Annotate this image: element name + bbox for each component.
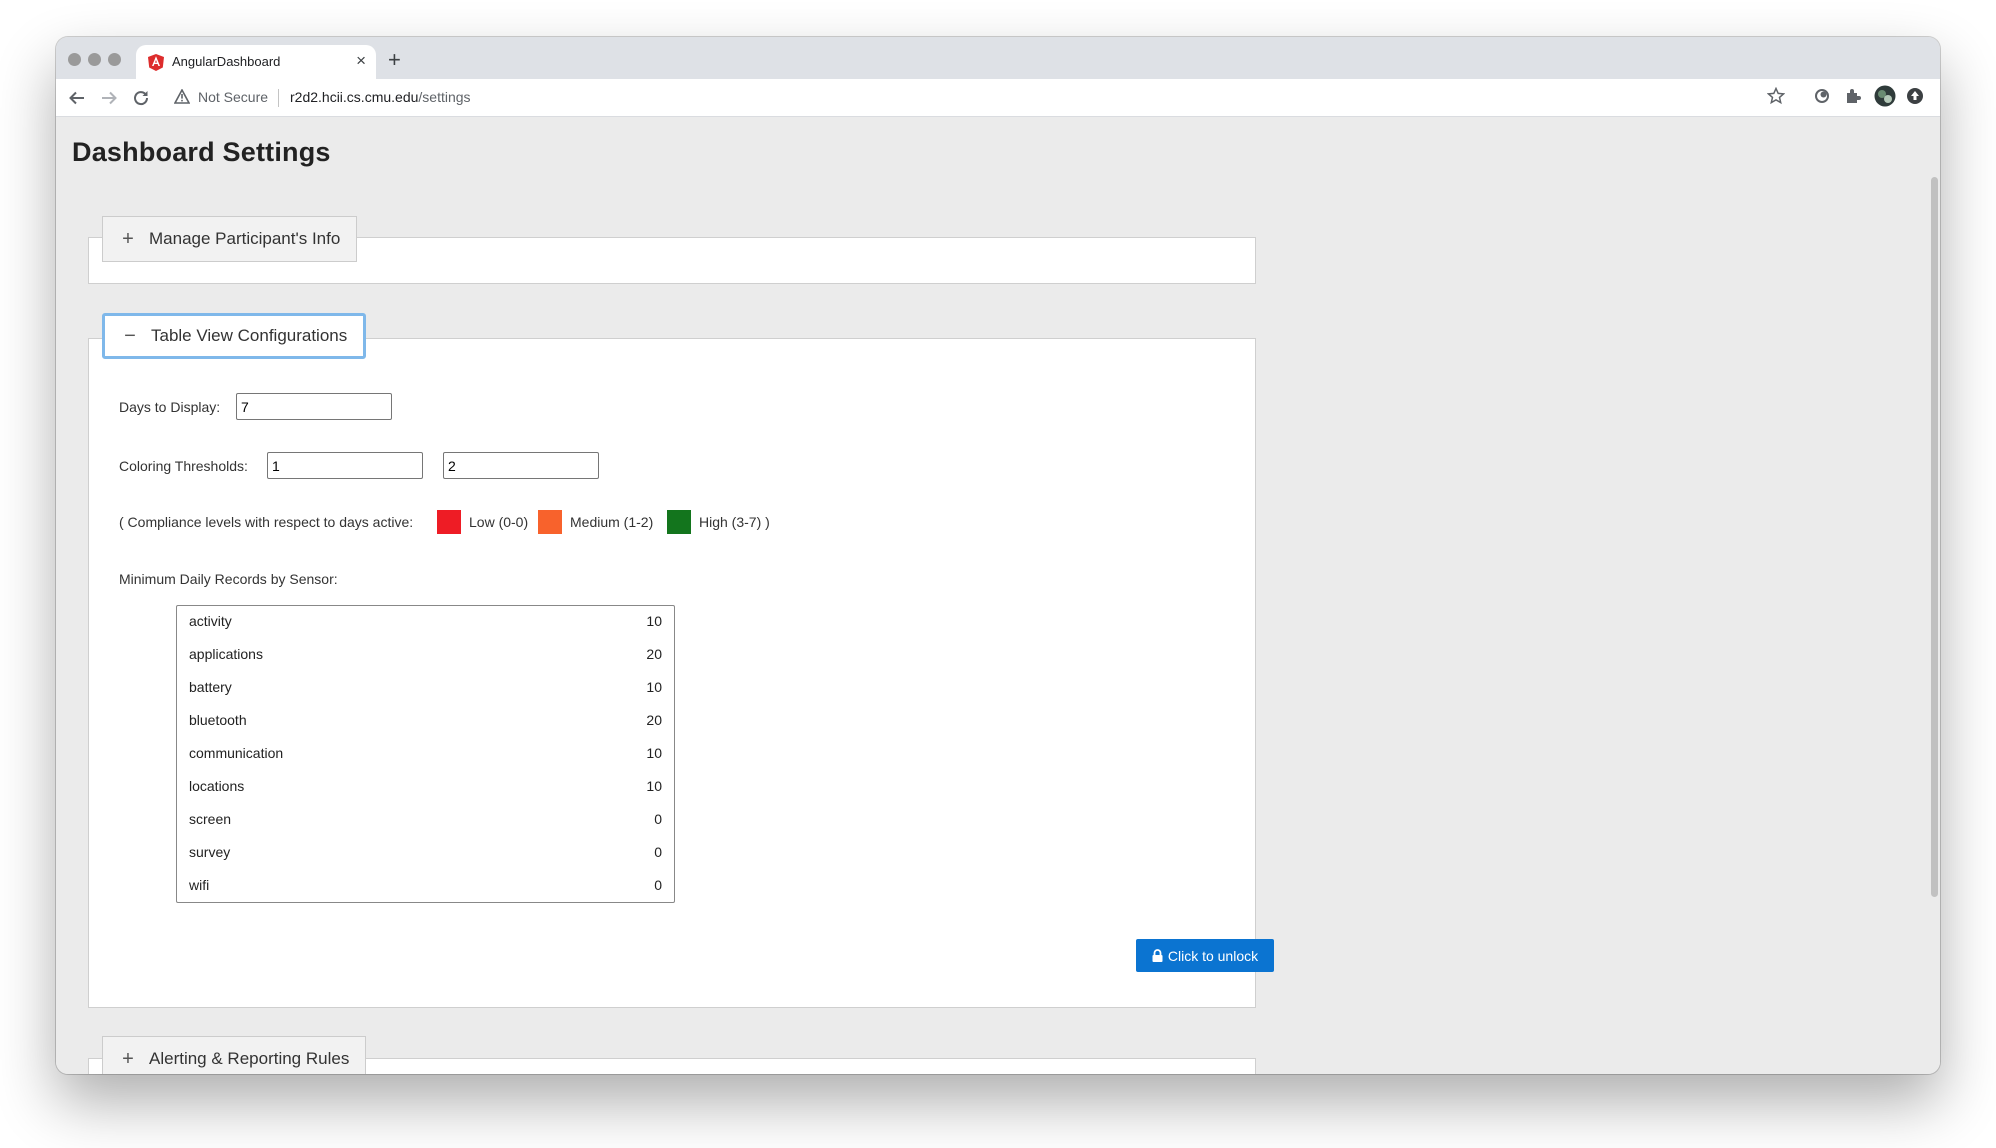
list-item[interactable]: screen 0 (177, 804, 674, 837)
url-text[interactable]: r2d2.hcii.cs.cmu.edu/settings (290, 89, 471, 105)
sensor-name: survey (189, 844, 231, 860)
alerting-rules-label: Alerting & Reporting Rules (149, 1049, 350, 1068)
plus-icon: + (122, 1048, 134, 1070)
close-window-button[interactable] (68, 53, 81, 66)
tab-strip: AngularDashboard × + (56, 37, 1940, 79)
unlock-button[interactable]: Click to unlock (1136, 939, 1274, 972)
medium-level-label: Medium (1-2) (570, 514, 654, 530)
sensor-value: 10 (646, 613, 662, 629)
address-separator (278, 89, 279, 107)
forward-arrow-icon[interactable] (100, 89, 118, 107)
sensor-value: 0 (654, 844, 662, 860)
angular-logo-icon (148, 54, 164, 71)
minus-icon: − (124, 325, 136, 347)
lock-icon (1152, 949, 1163, 962)
bookmark-star-icon[interactable] (1767, 87, 1785, 105)
sensor-name: wifi (189, 877, 210, 893)
days-to-display-input[interactable] (236, 393, 392, 420)
extension-circle-icon[interactable] (1813, 87, 1831, 105)
update-menu-icon[interactable] (1906, 87, 1924, 105)
browser-toolbar: Not Secure r2d2.hcii.cs.cmu.edu/settings (56, 79, 1940, 117)
tab-angular-dashboard[interactable]: AngularDashboard × (136, 45, 376, 79)
url-path: /settings (418, 89, 471, 105)
sensor-value: 10 (646, 778, 662, 794)
sensor-name: applications (189, 646, 263, 662)
back-arrow-icon[interactable] (68, 89, 86, 107)
high-color-swatch (667, 510, 691, 534)
maximize-window-button[interactable] (108, 53, 121, 66)
tab-title: AngularDashboard (172, 54, 281, 69)
high-level-label: High (3-7) ) (699, 514, 770, 530)
unlock-button-label: Click to unlock (1167, 947, 1259, 964)
sensor-value: 10 (646, 679, 662, 695)
list-item[interactable]: battery 10 (177, 672, 674, 705)
compliance-levels-label: ( Compliance levels with respect to days… (119, 514, 414, 530)
medium-color-swatch (538, 510, 562, 534)
manage-participants-label: Manage Participant's Info (149, 229, 341, 248)
sensor-name: activity (189, 613, 232, 629)
list-item[interactable]: communication 10 (177, 738, 674, 771)
sensor-records-list[interactable]: activity 10 applications 20 battery 10 b… (176, 605, 675, 903)
sensor-name: locations (189, 778, 245, 794)
new-tab-button[interactable]: + (388, 47, 401, 73)
alerting-rules-toggle[interactable]: + Alerting & Reporting Rules (102, 1036, 367, 1074)
sensor-name: communication (189, 745, 284, 761)
low-color-swatch (437, 510, 461, 534)
sensor-value: 10 (646, 745, 662, 761)
table-view-toggle[interactable]: − Table View Configurations (102, 313, 367, 359)
min-daily-records-label: Minimum Daily Records by Sensor: (119, 571, 338, 587)
threshold-high-input[interactable] (443, 452, 599, 479)
page-title: Dashboard Settings (72, 137, 331, 167)
threshold-low-input[interactable] (267, 452, 423, 479)
close-icon[interactable]: × (356, 51, 366, 71)
sensor-name: screen (189, 811, 232, 827)
list-item[interactable]: survey 0 (177, 837, 674, 870)
warning-icon (174, 89, 190, 104)
scrollbar-thumb[interactable] (1931, 177, 1938, 897)
list-item[interactable]: locations 10 (177, 771, 674, 804)
list-item[interactable]: wifi 0 (177, 870, 674, 903)
sensor-value: 0 (654, 877, 662, 893)
page-scrollbar[interactable] (1928, 117, 1940, 1074)
sensor-value: 20 (646, 646, 662, 662)
days-to-display-label: Days to Display: (119, 399, 221, 415)
url-host: r2d2.hcii.cs.cmu.edu (290, 89, 419, 105)
page-content: Dashboard Settings + Manage Participant'… (56, 117, 1928, 1074)
security-label[interactable]: Not Secure (198, 89, 268, 105)
sensor-name: battery (189, 679, 232, 695)
plus-icon: + (122, 228, 134, 250)
reload-icon[interactable] (132, 89, 150, 107)
list-item[interactable]: activity 10 (177, 606, 674, 639)
coloring-thresholds-label: Coloring Thresholds: (119, 458, 248, 474)
table-view-label: Table View Configurations (151, 326, 348, 345)
sensor-name: bluetooth (189, 712, 247, 728)
sensor-value: 0 (654, 811, 662, 827)
list-item[interactable]: bluetooth 20 (177, 705, 674, 738)
puzzle-extensions-icon[interactable] (1844, 87, 1862, 105)
minimize-window-button[interactable] (88, 53, 101, 66)
profile-avatar[interactable] (1874, 85, 1896, 107)
browser-window: AngularDashboard × + Not Secure r2d2.hci… (56, 37, 1940, 1074)
sensor-value: 20 (646, 712, 662, 728)
low-level-label: Low (0-0) (469, 514, 529, 530)
list-item[interactable]: applications 20 (177, 639, 674, 672)
manage-participants-toggle[interactable]: + Manage Participant's Info (102, 216, 358, 262)
